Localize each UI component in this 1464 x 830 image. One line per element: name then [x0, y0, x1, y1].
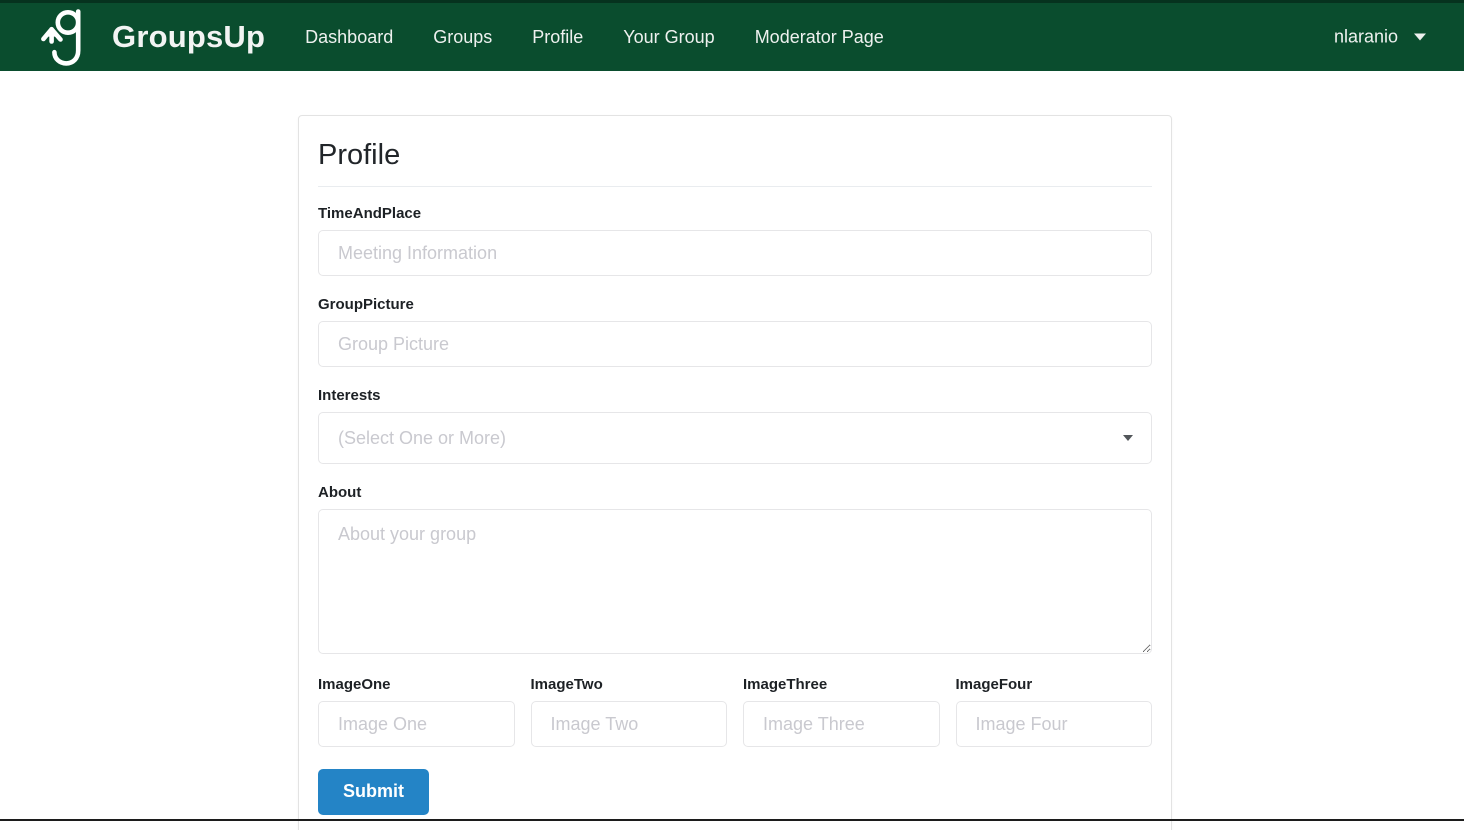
top-navbar: GroupsUp Dashboard Groups Profile Your G… — [0, 3, 1464, 71]
field-time-and-place: TimeAndPlace — [318, 205, 1152, 277]
page-bottom-rule — [0, 819, 1464, 821]
nav-link-moderator-page[interactable]: Moderator Page — [755, 19, 884, 56]
label-image-two: ImageTwo — [530, 676, 603, 694]
image-two-input[interactable] — [530, 701, 727, 748]
user-menu[interactable]: nlaranio — [1334, 27, 1426, 48]
chevron-down-icon — [1414, 33, 1426, 41]
page-body: Profile TimeAndPlace GroupPicture Intere… — [0, 71, 1464, 830]
image-four-input[interactable] — [955, 701, 1152, 748]
field-image-three: ImageThree — [743, 676, 940, 748]
page-title: Profile — [318, 139, 401, 171]
brand-title: GroupsUp — [112, 19, 266, 54]
field-group-picture: GroupPicture — [318, 296, 1152, 368]
groupsup-logo-icon — [41, 9, 81, 66]
field-image-two: ImageTwo — [530, 676, 727, 748]
image-three-input[interactable] — [743, 701, 940, 748]
group-picture-input[interactable] — [318, 321, 1152, 368]
field-about: About — [318, 484, 1152, 655]
image-fields-row: ImageOne ImageTwo ImageThree ImageFour — [318, 676, 1152, 748]
nav-links: Dashboard Groups Profile Your Group Mode… — [305, 19, 884, 56]
interests-select-wrap: (Select One or More) — [318, 412, 1152, 465]
image-one-input[interactable] — [318, 701, 515, 748]
label-time-and-place: TimeAndPlace — [318, 205, 422, 223]
label-about: About — [318, 484, 362, 502]
label-image-four: ImageFour — [955, 676, 1033, 694]
user-menu-label: nlaranio — [1333, 26, 1398, 47]
label-image-three: ImageThree — [743, 676, 828, 694]
brand-block[interactable]: GroupsUp — [0, 7, 265, 67]
label-group-picture: GroupPicture — [318, 296, 414, 314]
nav-link-dashboard[interactable]: Dashboard — [305, 19, 393, 56]
field-image-four: ImageFour — [955, 676, 1152, 748]
nav-link-your-group[interactable]: Your Group — [623, 19, 714, 56]
label-interests: Interests — [318, 387, 381, 405]
submit-button[interactable]: Submit — [318, 769, 429, 815]
title-divider — [318, 186, 1152, 188]
about-textarea[interactable] — [318, 509, 1152, 655]
profile-card: Profile TimeAndPlace GroupPicture Intere… — [298, 115, 1172, 830]
field-interests: Interests (Select One or More) — [318, 387, 1152, 465]
nav-link-groups[interactable]: Groups — [433, 19, 492, 56]
time-and-place-input[interactable] — [318, 230, 1152, 277]
interests-select-value: (Select One or More) — [338, 427, 507, 448]
interests-select[interactable]: (Select One or More) — [318, 412, 1152, 465]
label-image-one: ImageOne — [318, 676, 391, 694]
field-image-one: ImageOne — [318, 676, 515, 748]
nav-link-profile[interactable]: Profile — [532, 19, 583, 56]
